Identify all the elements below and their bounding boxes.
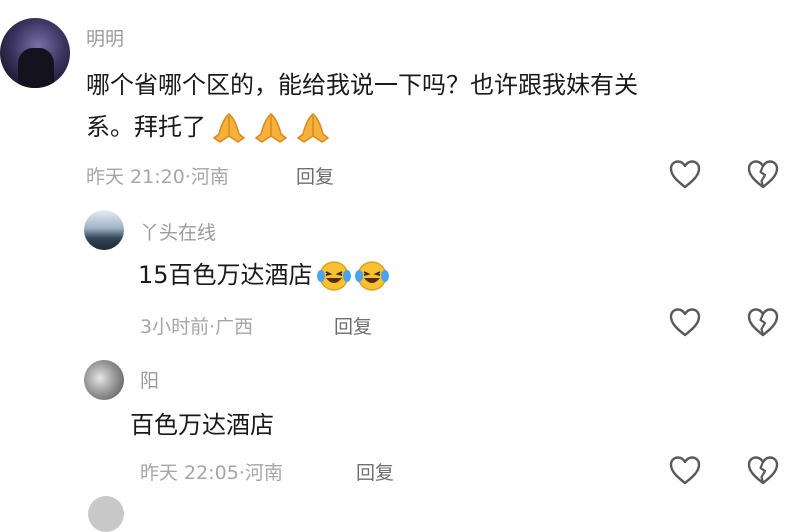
heart-outline-icon[interactable] xyxy=(668,158,702,190)
comment-text-line1: 哪个省哪个区的，能给我说一下吗？也许跟我妹有关 xyxy=(86,71,638,99)
comment-time: 3小时前 xyxy=(140,316,210,338)
comment-text: 系。拜托了 xyxy=(86,113,206,141)
reply-button[interactable]: 回复 xyxy=(296,162,334,189)
comment-location: 河南 xyxy=(190,166,229,188)
comment-text: 15百色万达酒店 xyxy=(138,261,313,289)
comment-username[interactable]: 阳 xyxy=(140,366,159,393)
pray-emoji xyxy=(252,112,290,144)
laughing-tears-emoji xyxy=(354,260,389,292)
heart-outline-icon[interactable] xyxy=(668,454,702,486)
pray-emoji xyxy=(210,112,248,144)
comment-meta: 昨天 21:20·河南 xyxy=(86,166,229,188)
comment-username[interactable]: 明明 xyxy=(86,24,124,51)
avatar[interactable] xyxy=(84,360,124,400)
avatar[interactable] xyxy=(0,18,70,88)
comment-time: 昨天 21:20 xyxy=(86,166,185,188)
reply-button[interactable]: 回复 xyxy=(356,458,394,485)
pray-emoji xyxy=(294,112,332,144)
broken-heart-icon[interactable] xyxy=(746,306,780,338)
heart-outline-icon[interactable] xyxy=(668,306,702,338)
avatar[interactable] xyxy=(88,496,124,532)
broken-heart-icon[interactable] xyxy=(746,454,780,486)
comment-text-line2: 系。拜托了 xyxy=(86,108,332,146)
comment-meta: 3小时前·广西 xyxy=(140,316,254,338)
avatar[interactable] xyxy=(84,210,124,250)
comment-location: 河南 xyxy=(244,462,283,484)
laughing-tears-emoji xyxy=(316,260,351,292)
comment-meta: 昨天 22:05·河南 xyxy=(140,462,283,484)
comment-text: 百色万达酒店 xyxy=(130,411,274,439)
comment-location: 广西 xyxy=(215,316,254,338)
comment-text-line: 15百色万达酒店 xyxy=(138,256,389,294)
broken-heart-icon[interactable] xyxy=(746,158,780,190)
comment-time: 昨天 22:05 xyxy=(140,462,239,484)
comment-username[interactable]: 丫头在线 xyxy=(140,218,216,245)
reply-button[interactable]: 回复 xyxy=(334,312,372,339)
